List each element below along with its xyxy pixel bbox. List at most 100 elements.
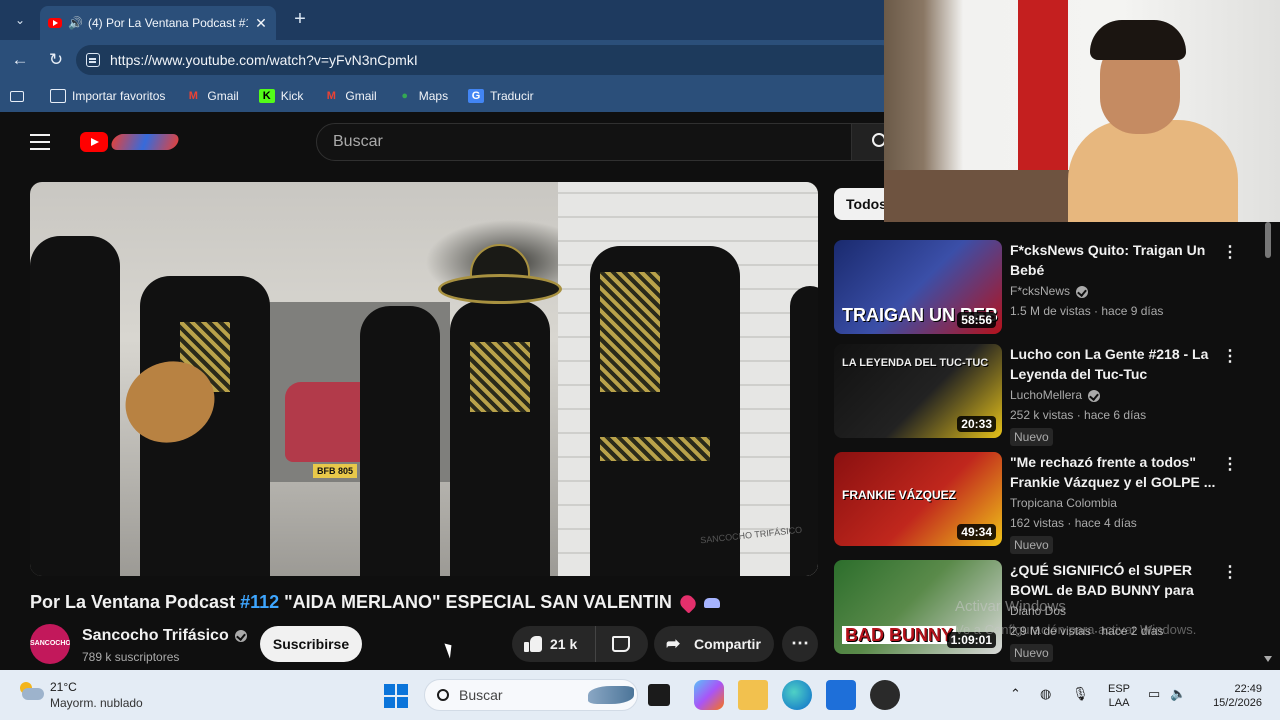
search-icon: [437, 689, 449, 701]
bookmark-import[interactable]: Importar favoritos: [42, 85, 173, 107]
volume-icon[interactable]: 🔈: [1170, 686, 1186, 702]
video-thumbnail[interactable]: LA LEYENDA DEL TUC-TUC 20:33: [834, 344, 1002, 438]
dislike-button[interactable]: [595, 626, 648, 662]
scroll-down-arrow-icon[interactable]: [1264, 656, 1272, 662]
channel-avatar[interactable]: SANCOCHO TRIFÁSICO: [30, 624, 70, 664]
title-prefix: Por La Ventana Podcast: [30, 592, 241, 612]
tab-actions-icon[interactable]: [10, 90, 24, 102]
tab-list-chevron-icon[interactable]: ⌄: [8, 8, 32, 32]
video-thumbnail[interactable]: FRANKIE VÁZQUEZ 49:34: [834, 452, 1002, 546]
recommendation-channel[interactable]: LuchoMellera: [1010, 388, 1101, 402]
weather-cloud-sun-icon[interactable]: [18, 682, 44, 700]
bookmark-label: Importar favoritos: [72, 89, 166, 103]
subscribe-button[interactable]: Suscribirse: [260, 626, 362, 662]
recommendation-title[interactable]: F*cksNews Quito: Traigan Un Bebé: [1010, 240, 1222, 280]
recommendation-title[interactable]: ¿QUÉ SIGNIFICÓ el SUPER BOWL de BAD BUNN…: [1010, 560, 1222, 600]
display-icon[interactable]: ▭: [1148, 686, 1160, 702]
more-options-icon[interactable]: ⋮: [1222, 346, 1238, 366]
thumbnail-text: FRANKIE VÁZQUEZ: [842, 488, 956, 502]
copilot-icon[interactable]: [694, 680, 724, 710]
video-player[interactable]: BFB 805 SANCOCHO TRIFÁSICO: [30, 182, 818, 576]
new-badge: Nuevo: [1010, 428, 1053, 446]
bookmark-gmail-2[interactable]: M Gmail: [315, 85, 384, 107]
hashtag-link[interactable]: #112: [240, 592, 279, 612]
back-arrow-icon[interactable]: ←: [8, 48, 32, 72]
recommendation-channel[interactable]: F*cksNews: [1010, 284, 1089, 298]
recommendation-title[interactable]: Lucho con La Gente #218 - La Leyenda del…: [1010, 344, 1222, 384]
recommendation-title[interactable]: "Me rechazó frente a todos" Frankie Vázq…: [1010, 452, 1222, 492]
costume-trim: [470, 342, 530, 412]
file-explorer-icon[interactable]: [738, 680, 768, 710]
new-tab-button[interactable]: +: [288, 8, 312, 32]
youtube-doodle-logo[interactable]: [109, 134, 181, 150]
search-highlight-dolphin-icon[interactable]: [588, 686, 634, 704]
recommendation-item[interactable]: TRAIGAN UN BEB 58:56 F*cksNews Quito: Tr…: [834, 240, 1254, 340]
youtube-logo-icon[interactable]: [80, 132, 108, 152]
microsoft-store-icon[interactable]: [826, 680, 856, 710]
kick-icon: K: [258, 89, 275, 103]
tab-close-icon[interactable]: ✕: [254, 15, 268, 32]
like-button[interactable]: 21 k: [512, 626, 594, 662]
bookmark-gmail[interactable]: M Gmail: [177, 85, 246, 107]
language-top: ESP: [1108, 683, 1131, 695]
tab-title: (4) Por La Ventana Podcast #1: [88, 16, 248, 30]
gmail-icon: M: [188, 90, 198, 102]
edge-browser-icon[interactable]: [782, 680, 812, 710]
video-thumbnail[interactable]: TRAIGAN UN BEB 58:56: [834, 240, 1002, 334]
bookmark-kick[interactable]: K Kick: [251, 85, 312, 107]
clock-time: 22:49: [1234, 683, 1262, 695]
woman-singer: [360, 306, 440, 576]
address-bar[interactable]: https://www.youtube.com/watch?v=yFvN3nCp…: [76, 45, 896, 75]
obs-recorder-icon[interactable]: [870, 680, 900, 710]
license-plate: BFB 805: [313, 464, 357, 478]
like-count: 21 k: [550, 636, 578, 652]
recommendation-item[interactable]: FRANKIE VÁZQUEZ 49:34 "Me rechazó frente…: [834, 452, 1254, 554]
microphone-icon[interactable]: 🎙: [1072, 686, 1089, 702]
bookmark-label: Traducir: [490, 89, 534, 103]
person-hair: [1090, 20, 1186, 60]
channel-name-text: Sancocho Trifásico: [82, 627, 229, 644]
like-dislike-group: 21 k: [512, 626, 648, 662]
sombrero-brim: [438, 274, 562, 304]
new-badge: Nuevo: [1010, 536, 1053, 554]
bookmark-label: Kick: [280, 89, 304, 103]
weather-condition[interactable]: Mayorm. nublado: [50, 696, 143, 710]
active-tab[interactable]: 🔊 (4) Por La Ventana Podcast #1 ✕: [40, 6, 276, 40]
import-icon: [50, 89, 66, 103]
more-options-icon[interactable]: ⋮: [1222, 242, 1238, 262]
heart-emoji-icon: [677, 592, 699, 613]
costume-belt: [600, 437, 710, 461]
scrollbar-thumb[interactable]: [1265, 222, 1271, 258]
more-actions-button[interactable]: ⋯: [782, 626, 818, 662]
channel-name[interactable]: Sancocho Trifásico: [82, 627, 247, 645]
bookmark-translate[interactable]: G Traducir: [460, 85, 542, 107]
verified-badge-icon: [234, 629, 247, 642]
scrollbar[interactable]: [1262, 222, 1274, 662]
more-options-icon[interactable]: ⋮: [1222, 454, 1238, 474]
windows-start-icon[interactable]: [384, 684, 408, 708]
mouse-cursor-icon: [444, 641, 456, 659]
video-duration: 20:33: [957, 416, 996, 432]
share-label: Compartir: [694, 636, 761, 652]
recommendation-channel[interactable]: Tropicana Colombia: [1010, 496, 1117, 510]
activate-windows-watermark: Activar Windows: [955, 598, 1066, 615]
menu-icon[interactable]: [30, 134, 50, 150]
site-info-icon[interactable]: [86, 53, 100, 67]
bookmark-maps[interactable]: ● Maps: [389, 85, 456, 107]
bookmark-label: Gmail: [345, 89, 377, 103]
task-view-icon[interactable]: [648, 684, 670, 706]
gmail-icon: M: [326, 90, 336, 102]
speaker-icon[interactable]: 🔊: [68, 16, 83, 30]
search-input[interactable]: Buscar: [316, 123, 852, 161]
more-options-icon[interactable]: ⋮: [1222, 562, 1238, 582]
show-hidden-icons-chevron-icon[interactable]: ⌃: [1010, 686, 1021, 702]
recommendation-item[interactable]: LA LEYENDA DEL TUC-TUC 20:33 Lucho con L…: [834, 344, 1254, 446]
windows-taskbar: 21°C Mayorm. nublado Buscar ⌃ ◍ 🎙 ESP LA…: [0, 670, 1280, 720]
language-indicator[interactable]: ESP LAA: [1108, 682, 1130, 710]
red-door: [1018, 0, 1068, 170]
taskbar-clock[interactable]: 22:49 15/2/2026: [1190, 682, 1262, 710]
weather-temperature[interactable]: 21°C: [50, 680, 77, 694]
reload-icon[interactable]: ↻: [44, 48, 68, 72]
share-button[interactable]: ➦ Compartir: [654, 626, 774, 662]
network-icon[interactable]: ◍: [1040, 686, 1051, 702]
